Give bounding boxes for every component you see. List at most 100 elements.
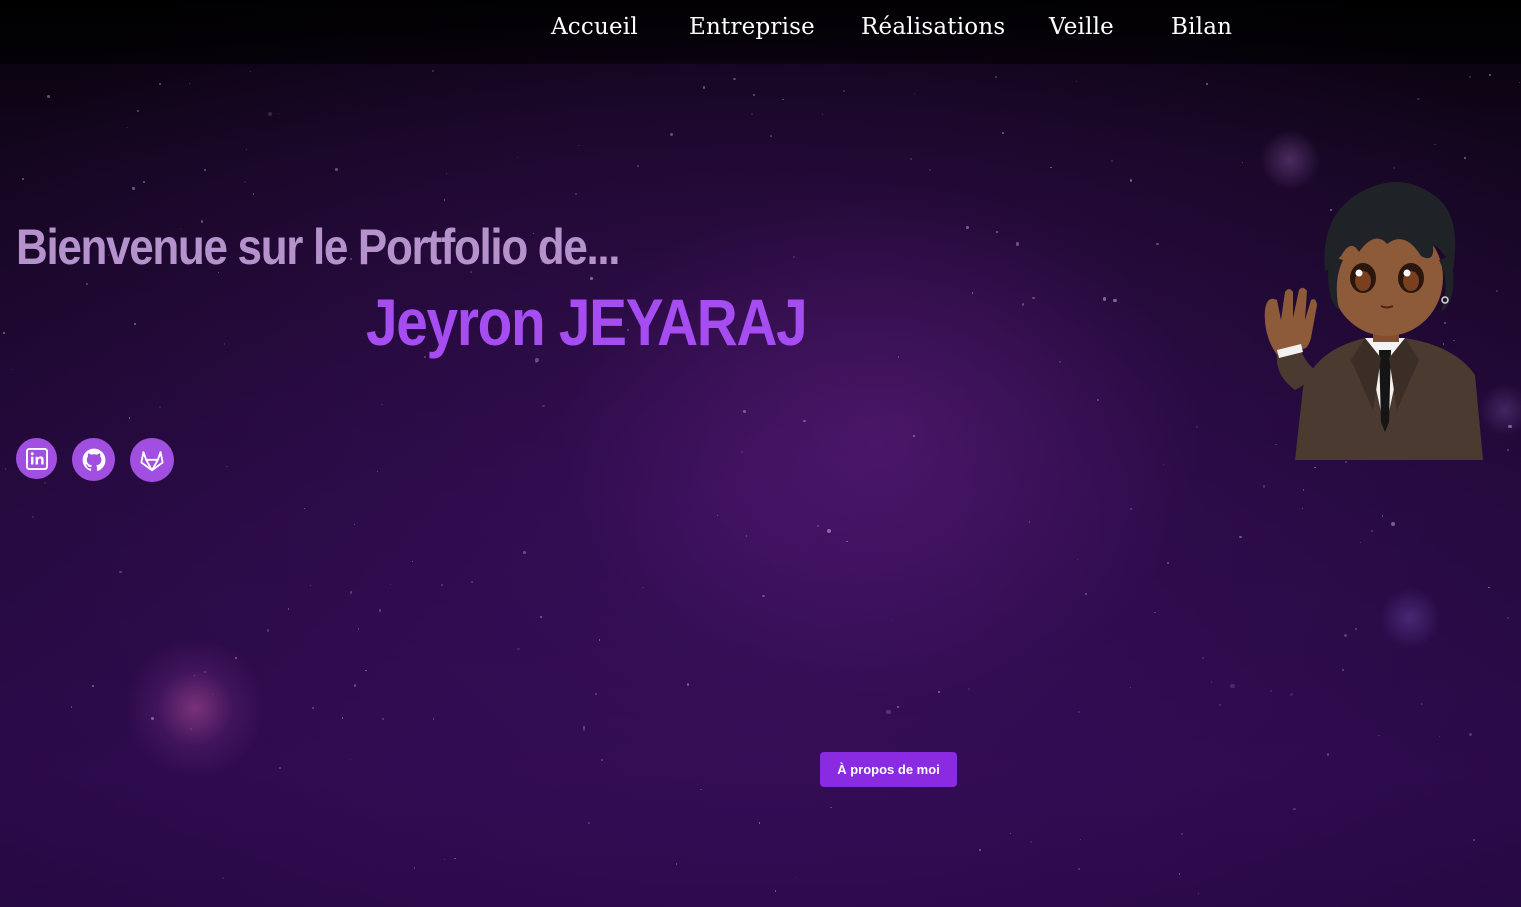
nav-link-veille[interactable]: Veille (1049, 14, 1114, 40)
star-dot (896, 706, 899, 709)
nav-link-entreprise[interactable]: Entreprise (689, 14, 815, 40)
star-dot (821, 113, 824, 115)
star-dot (250, 70, 252, 72)
gitlab-icon (140, 451, 164, 472)
star-dot (193, 674, 195, 676)
welcome-heading: Bienvenue sur le Portfolio de... (16, 219, 621, 275)
star-dot (382, 718, 385, 721)
star-dot (1434, 144, 1436, 146)
star-dot (1102, 297, 1107, 301)
star-dot (1438, 736, 1440, 738)
star-dot (937, 691, 940, 693)
star-dot (357, 627, 360, 630)
star-dot (189, 82, 191, 84)
star-dot (70, 706, 73, 708)
gitlab-link[interactable] (130, 438, 174, 482)
star-dot (995, 76, 997, 78)
star-dot (1506, 448, 1509, 451)
star-dot (830, 806, 832, 809)
nav-link-bilan[interactable]: Bilan (1171, 14, 1232, 40)
star-dot (353, 524, 355, 526)
star-dot (1050, 166, 1053, 169)
star-dot (47, 95, 51, 99)
star-dot (745, 535, 748, 537)
star-dot (377, 470, 379, 472)
star-dot (4, 468, 7, 470)
star-dot (150, 716, 154, 720)
github-link[interactable] (72, 438, 115, 481)
star-dot (1130, 507, 1133, 510)
star-dot (793, 255, 796, 258)
star-dot (1002, 131, 1004, 134)
star-dot (159, 406, 162, 408)
star-dot (1028, 521, 1031, 523)
star-dot (86, 283, 89, 285)
star-dot (445, 172, 447, 174)
star-dot (137, 109, 140, 112)
star-dot (252, 193, 255, 195)
star-dot (590, 277, 593, 280)
nav-link-accueil[interactable]: Accueil (551, 14, 638, 40)
star-dot (365, 669, 367, 672)
star-dot (266, 629, 269, 632)
star-dot (126, 126, 128, 129)
star-dot (134, 323, 137, 326)
star-dot (1293, 807, 1296, 810)
star-dot (1163, 464, 1165, 466)
star-dot (758, 822, 761, 824)
star-dot (1420, 703, 1423, 706)
star-dot (1181, 833, 1184, 836)
star-dot (1195, 425, 1198, 429)
star-dot (1508, 424, 1512, 429)
star-dot (349, 591, 353, 594)
star-dot (378, 609, 382, 612)
star-dot (203, 670, 207, 674)
star-dot (440, 584, 443, 586)
star-dot (1391, 522, 1396, 527)
star-dot (277, 113, 280, 115)
star-dot (1468, 76, 1471, 79)
star-dot (354, 684, 357, 687)
star-dot (245, 148, 248, 151)
star-dot (1009, 832, 1012, 835)
star-dot (826, 529, 831, 534)
linkedin-link[interactable] (16, 438, 57, 479)
star-dot (1326, 753, 1330, 756)
star-dot (444, 858, 446, 860)
star-dot (10, 368, 13, 371)
star-dot (909, 157, 913, 160)
star-dot (578, 145, 580, 147)
star-dot (1201, 657, 1204, 660)
star-dot (1342, 669, 1344, 671)
star-dot (2, 332, 6, 335)
star-dot (1381, 515, 1384, 517)
star-dot (1469, 732, 1473, 736)
star-dot (716, 514, 719, 516)
star-dot (595, 693, 598, 695)
star-dot (190, 728, 192, 730)
star-dot (304, 507, 306, 510)
star-dot (1378, 734, 1381, 737)
star-dot (843, 89, 845, 92)
about-me-button[interactable]: À propos de moi (820, 752, 957, 787)
star-dot (539, 616, 542, 619)
top-nav: Accueil Entreprise Réalisations Veille B… (0, 0, 1521, 64)
star-dot (312, 707, 315, 710)
star-dot (740, 450, 743, 453)
owner-name-heading: Jeyron JEYARAJ (366, 285, 808, 359)
star-dot (733, 77, 736, 80)
star-dot (454, 857, 456, 859)
star-dot (1130, 179, 1133, 182)
nav-link-realisations[interactable]: Réalisations (861, 14, 1005, 40)
star-dot (1463, 157, 1467, 160)
star-dot (1206, 83, 1209, 85)
star-dot (978, 849, 981, 852)
star-dot (517, 647, 520, 651)
star-dot (1084, 592, 1088, 595)
star-dot (913, 93, 915, 95)
star-dot (471, 580, 474, 583)
star-dot (700, 788, 703, 791)
star-dot (31, 515, 35, 519)
star-dot (669, 132, 674, 137)
star-dot (1076, 558, 1079, 561)
